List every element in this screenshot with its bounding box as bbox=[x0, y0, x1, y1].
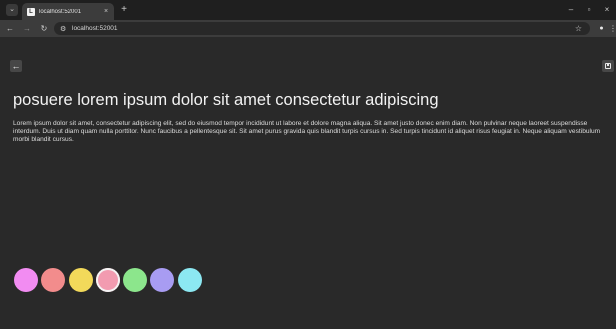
site-info-icon[interactable]: ⚙ bbox=[60, 25, 68, 33]
profile-icon[interactable]: ● bbox=[597, 24, 606, 33]
color-swatch[interactable] bbox=[95, 268, 120, 292]
address-url: localhost:52001 bbox=[72, 25, 118, 32]
page-title: posuere lorem ipsum dolor sit amet conse… bbox=[13, 91, 439, 109]
color-swatch[interactable] bbox=[123, 268, 148, 292]
browser-tab[interactable]: L localhost:52001 × bbox=[22, 3, 114, 20]
close-window-icon[interactable]: × bbox=[598, 0, 616, 20]
color-swatch[interactable] bbox=[41, 268, 66, 292]
menu-kebab-icon[interactable]: ⋮ bbox=[609, 22, 616, 35]
maximize-icon[interactable]: ▫ bbox=[580, 0, 598, 20]
forward-nav-icon[interactable]: → bbox=[20, 22, 34, 36]
back-button[interactable]: ← bbox=[10, 60, 22, 72]
color-swatch[interactable] bbox=[68, 268, 93, 292]
color-swatch[interactable] bbox=[14, 268, 38, 292]
save-button[interactable] bbox=[602, 60, 614, 72]
address-bar[interactable]: ⚙ localhost:52001 ☆ bbox=[54, 22, 590, 35]
new-tab-button[interactable]: + bbox=[118, 4, 130, 16]
close-tab-icon[interactable]: × bbox=[101, 8, 111, 15]
page-body-text: Lorem ipsum dolor sit amet, consectetur … bbox=[13, 120, 601, 143]
color-swatch[interactable] bbox=[177, 268, 202, 292]
color-swatch-row bbox=[14, 268, 202, 292]
browser-window: ⌄ L localhost:52001 × + – ▫ × ← → ↻ ⚙ lo… bbox=[0, 0, 616, 329]
back-nav-icon[interactable]: ← bbox=[3, 22, 17, 36]
reload-icon[interactable]: ↻ bbox=[37, 22, 51, 36]
save-icon bbox=[605, 63, 611, 69]
color-swatch[interactable] bbox=[150, 268, 175, 292]
bookmark-star-icon[interactable]: ☆ bbox=[575, 22, 582, 35]
chevron-down-icon: ⌄ bbox=[9, 6, 15, 13]
page-content: ← posuere lorem ipsum dolor sit amet con… bbox=[0, 37, 616, 329]
site-favicon-icon: L bbox=[27, 7, 35, 16]
minimize-icon[interactable]: – bbox=[562, 0, 580, 20]
window-controls: – ▫ × bbox=[562, 0, 616, 20]
tab-strip: ⌄ L localhost:52001 × + – ▫ × bbox=[0, 0, 616, 20]
arrow-left-icon: ← bbox=[11, 61, 21, 71]
tab-search-button[interactable]: ⌄ bbox=[6, 4, 18, 16]
tab-title: localhost:52001 bbox=[39, 8, 82, 15]
browser-toolbar: ← → ↻ ⚙ localhost:52001 ☆ ● ⋮ bbox=[0, 20, 616, 37]
